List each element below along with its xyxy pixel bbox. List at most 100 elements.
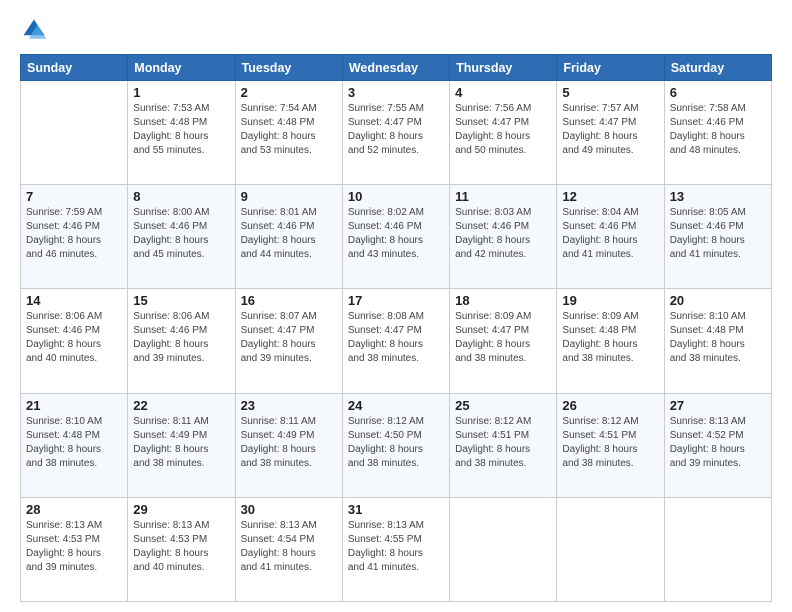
day-info: Sunrise: 8:13 AM Sunset: 4:55 PM Dayligh… (348, 519, 444, 575)
day-info: Sunrise: 8:06 AM Sunset: 4:46 PM Dayligh… (26, 310, 122, 366)
day-info: Sunrise: 7:57 AM Sunset: 4:47 PM Dayligh… (562, 102, 658, 158)
day-info: Sunrise: 8:10 AM Sunset: 4:48 PM Dayligh… (26, 415, 122, 471)
day-number: 18 (455, 293, 551, 308)
day-info: Sunrise: 8:02 AM Sunset: 4:46 PM Dayligh… (348, 206, 444, 262)
day-number: 17 (348, 293, 444, 308)
day-info: Sunrise: 8:11 AM Sunset: 4:49 PM Dayligh… (241, 415, 337, 471)
calendar-cell: 30 Sunrise: 8:13 AM Sunset: 4:54 PM Dayli… (235, 497, 342, 601)
calendar-week-row: 28 Sunrise: 8:13 AM Sunset: 4:53 PM Dayli… (21, 497, 772, 601)
day-number: 1 (133, 85, 229, 100)
calendar-cell: 17 Sunrise: 8:08 AM Sunset: 4:47 PM Dayli… (342, 289, 449, 393)
calendar-cell: 20 Sunrise: 8:10 AM Sunset: 4:48 PM Dayli… (664, 289, 771, 393)
calendar-cell: 13 Sunrise: 8:05 AM Sunset: 4:46 PM Dayli… (664, 185, 771, 289)
weekday-header: Wednesday (342, 55, 449, 81)
day-number: 28 (26, 502, 122, 517)
day-number: 7 (26, 189, 122, 204)
day-info: Sunrise: 8:10 AM Sunset: 4:48 PM Dayligh… (670, 310, 766, 366)
day-info: Sunrise: 8:12 AM Sunset: 4:51 PM Dayligh… (455, 415, 551, 471)
day-info: Sunrise: 8:03 AM Sunset: 4:46 PM Dayligh… (455, 206, 551, 262)
day-info: Sunrise: 8:06 AM Sunset: 4:46 PM Dayligh… (133, 310, 229, 366)
calendar-cell: 4Sunrise: 7:56 AM Sunset: 4:47 PM Daylig… (450, 81, 557, 185)
calendar-cell: 15 Sunrise: 8:06 AM Sunset: 4:46 PM Dayli… (128, 289, 235, 393)
day-number: 31 (348, 502, 444, 517)
calendar-cell: 16Sunrise: 8:07 AM Sunset: 4:47 PM Dayli… (235, 289, 342, 393)
calendar-cell: 18 Sunrise: 8:09 AM Sunset: 4:47 PM Dayli… (450, 289, 557, 393)
weekday-header: Thursday (450, 55, 557, 81)
day-number: 12 (562, 189, 658, 204)
day-number: 29 (133, 502, 229, 517)
day-number: 6 (670, 85, 766, 100)
calendar-cell: 6 Sunrise: 7:58 AM Sunset: 4:46 PM Daylig… (664, 81, 771, 185)
day-number: 15 (133, 293, 229, 308)
calendar-table: SundayMondayTuesdayWednesdayThursdayFrid… (20, 54, 772, 602)
day-number: 2 (241, 85, 337, 100)
day-info: Sunrise: 7:59 AM Sunset: 4:46 PM Dayligh… (26, 206, 122, 262)
calendar-cell: 1 Sunrise: 7:53 AM Sunset: 4:48 PM Daylig… (128, 81, 235, 185)
calendar-header-row: SundayMondayTuesdayWednesdayThursdayFrid… (21, 55, 772, 81)
day-number: 25 (455, 398, 551, 413)
day-info: Sunrise: 8:12 AM Sunset: 4:50 PM Dayligh… (348, 415, 444, 471)
calendar-cell: 3 Sunrise: 7:55 AM Sunset: 4:47 PM Daylig… (342, 81, 449, 185)
day-number: 19 (562, 293, 658, 308)
weekday-header: Saturday (664, 55, 771, 81)
day-number: 23 (241, 398, 337, 413)
calendar-cell: 2 Sunrise: 7:54 AM Sunset: 4:48 PM Daylig… (235, 81, 342, 185)
calendar-cell: 31 Sunrise: 8:13 AM Sunset: 4:55 PM Dayli… (342, 497, 449, 601)
calendar-cell: 14Sunrise: 8:06 AM Sunset: 4:46 PM Dayli… (21, 289, 128, 393)
day-info: Sunrise: 8:05 AM Sunset: 4:46 PM Dayligh… (670, 206, 766, 262)
logo-icon (20, 16, 48, 44)
day-info: Sunrise: 8:13 AM Sunset: 4:53 PM Dayligh… (26, 519, 122, 575)
day-info: Sunrise: 8:09 AM Sunset: 4:47 PM Dayligh… (455, 310, 551, 366)
calendar-cell: 7 Sunrise: 7:59 AM Sunset: 4:46 PM Daylig… (21, 185, 128, 289)
calendar-cell: 12 Sunrise: 8:04 AM Sunset: 4:46 PM Dayli… (557, 185, 664, 289)
calendar-cell (664, 497, 771, 601)
day-number: 24 (348, 398, 444, 413)
day-info: Sunrise: 7:53 AM Sunset: 4:48 PM Dayligh… (133, 102, 229, 158)
day-info: Sunrise: 8:04 AM Sunset: 4:46 PM Dayligh… (562, 206, 658, 262)
calendar-cell: 27 Sunrise: 8:13 AM Sunset: 4:52 PM Dayli… (664, 393, 771, 497)
calendar-cell: 28 Sunrise: 8:13 AM Sunset: 4:53 PM Dayli… (21, 497, 128, 601)
day-number: 30 (241, 502, 337, 517)
day-info: Sunrise: 8:13 AM Sunset: 4:52 PM Dayligh… (670, 415, 766, 471)
calendar-week-row: 7 Sunrise: 7:59 AM Sunset: 4:46 PM Daylig… (21, 185, 772, 289)
day-number: 3 (348, 85, 444, 100)
day-info: Sunrise: 7:58 AM Sunset: 4:46 PM Dayligh… (670, 102, 766, 158)
weekday-header: Monday (128, 55, 235, 81)
day-number: 13 (670, 189, 766, 204)
calendar-cell: 24 Sunrise: 8:12 AM Sunset: 4:50 PM Dayli… (342, 393, 449, 497)
calendar-cell (450, 497, 557, 601)
calendar-cell: 26 Sunrise: 8:12 AM Sunset: 4:51 PM Dayli… (557, 393, 664, 497)
day-number: 8 (133, 189, 229, 204)
day-info: Sunrise: 8:08 AM Sunset: 4:47 PM Dayligh… (348, 310, 444, 366)
day-info: Sunrise: 8:09 AM Sunset: 4:48 PM Dayligh… (562, 310, 658, 366)
day-info: Sunrise: 8:00 AM Sunset: 4:46 PM Dayligh… (133, 206, 229, 262)
calendar-cell: 21 Sunrise: 8:10 AM Sunset: 4:48 PM Dayli… (21, 393, 128, 497)
day-info: Sunrise: 7:54 AM Sunset: 4:48 PM Dayligh… (241, 102, 337, 158)
weekday-header: Friday (557, 55, 664, 81)
day-info: Sunrise: 8:07 AM Sunset: 4:47 PM Dayligh… (241, 310, 337, 366)
page: SundayMondayTuesdayWednesdayThursdayFrid… (0, 0, 792, 612)
day-number: 21 (26, 398, 122, 413)
day-info: Sunrise: 8:01 AM Sunset: 4:46 PM Dayligh… (241, 206, 337, 262)
calendar-cell: 19 Sunrise: 8:09 AM Sunset: 4:48 PM Dayli… (557, 289, 664, 393)
header (20, 16, 772, 44)
day-info: Sunrise: 8:13 AM Sunset: 4:53 PM Dayligh… (133, 519, 229, 575)
day-number: 5 (562, 85, 658, 100)
calendar-week-row: 1 Sunrise: 7:53 AM Sunset: 4:48 PM Daylig… (21, 81, 772, 185)
day-number: 27 (670, 398, 766, 413)
weekday-header: Tuesday (235, 55, 342, 81)
calendar-cell (557, 497, 664, 601)
day-info: Sunrise: 8:13 AM Sunset: 4:54 PM Dayligh… (241, 519, 337, 575)
day-number: 20 (670, 293, 766, 308)
day-info: Sunrise: 8:12 AM Sunset: 4:51 PM Dayligh… (562, 415, 658, 471)
calendar-cell: 8 Sunrise: 8:00 AM Sunset: 4:46 PM Daylig… (128, 185, 235, 289)
day-number: 26 (562, 398, 658, 413)
calendar-cell: 9Sunrise: 8:01 AM Sunset: 4:46 PM Daylig… (235, 185, 342, 289)
day-info: Sunrise: 7:55 AM Sunset: 4:47 PM Dayligh… (348, 102, 444, 158)
calendar-cell: 5 Sunrise: 7:57 AM Sunset: 4:47 PM Daylig… (557, 81, 664, 185)
day-number: 22 (133, 398, 229, 413)
day-info: Sunrise: 8:11 AM Sunset: 4:49 PM Dayligh… (133, 415, 229, 471)
calendar-week-row: 21 Sunrise: 8:10 AM Sunset: 4:48 PM Dayli… (21, 393, 772, 497)
day-number: 11 (455, 189, 551, 204)
logo (20, 16, 52, 44)
